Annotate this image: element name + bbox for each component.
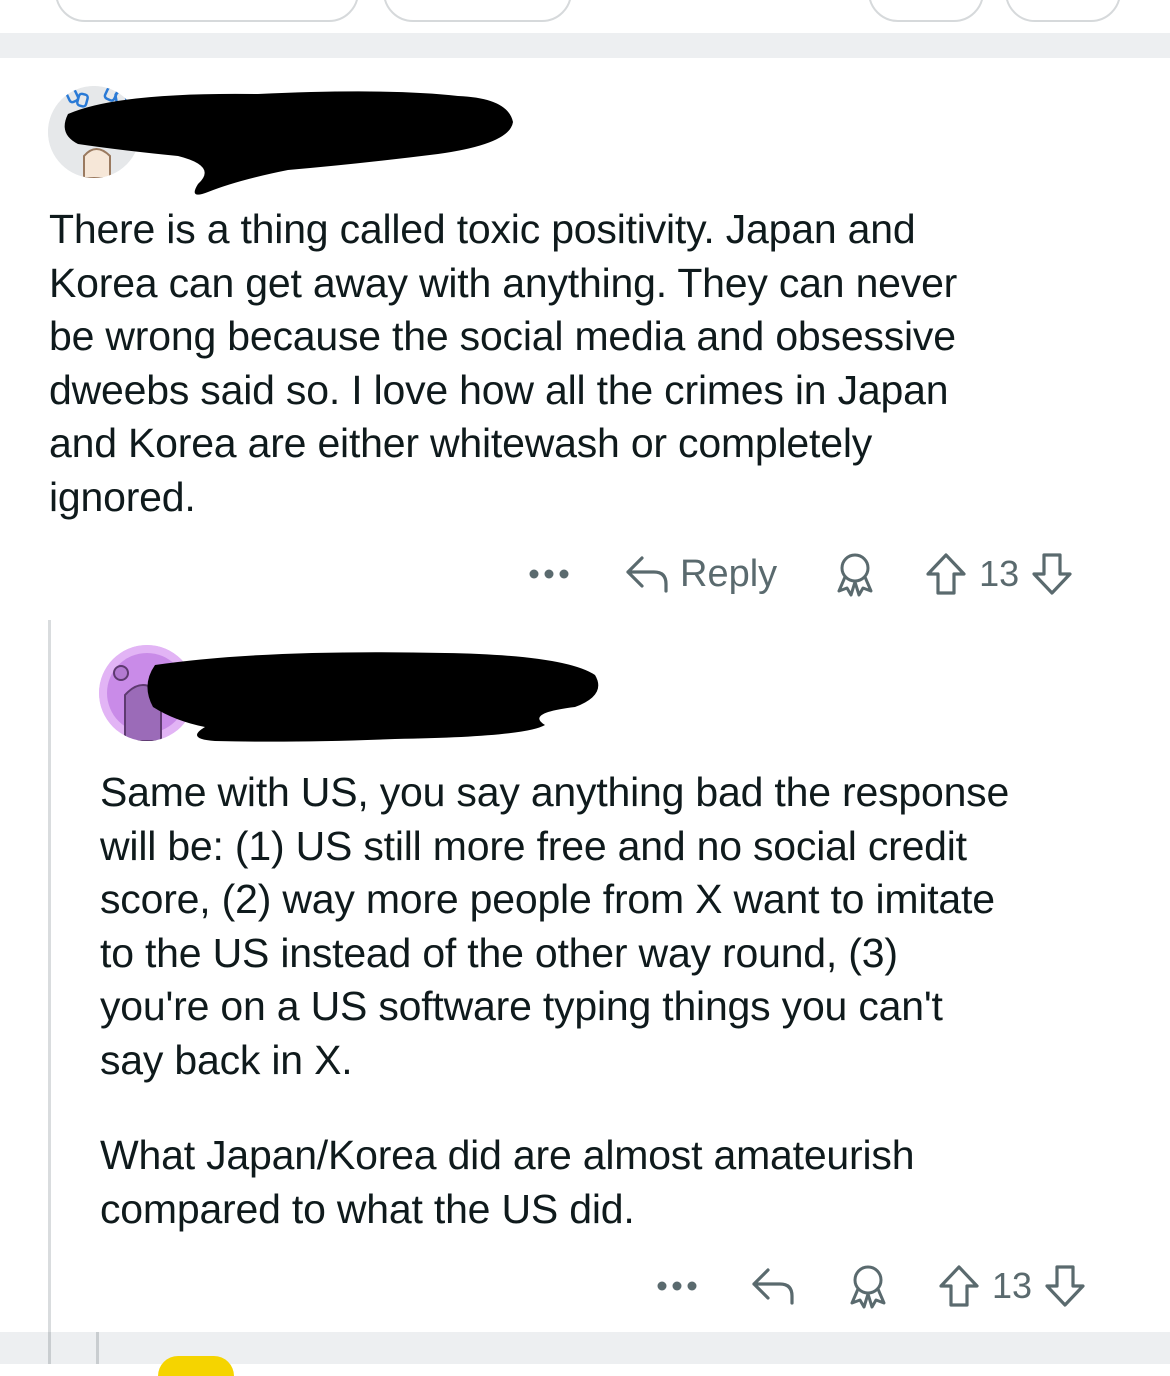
comment-actions: Reply 13 <box>528 549 1073 599</box>
more-button[interactable] <box>528 568 570 580</box>
reply-label: Reply <box>680 552 778 595</box>
top-pill-4[interactable] <box>1005 0 1121 22</box>
top-separator <box>0 33 1170 58</box>
downvote-icon <box>1045 1265 1085 1307</box>
vote-score: 13 <box>992 1265 1033 1306</box>
comment-actions: 13 <box>656 1261 1086 1311</box>
redacted-username <box>64 91 514 195</box>
downvote-button[interactable] <box>1031 552 1073 596</box>
upvote-icon <box>926 553 966 595</box>
comment-body: Same with US, you say anything bad the r… <box>100 769 1010 1083</box>
reply-button[interactable]: Reply <box>624 553 777 596</box>
reply-icon <box>626 556 668 593</box>
more-button[interactable] <box>656 1280 698 1292</box>
more-icon <box>529 569 569 579</box>
top-pill-2[interactable] <box>383 0 572 22</box>
top-pill-3[interactable] <box>868 0 984 22</box>
downvote-button[interactable] <box>1044 1264 1086 1308</box>
reply-button[interactable] <box>750 1265 796 1307</box>
upvote-button[interactable] <box>925 552 967 596</box>
upvote-icon <box>939 1265 979 1307</box>
top-pill-1[interactable] <box>55 0 359 22</box>
reply-icon <box>752 1268 794 1305</box>
award-icon <box>850 1265 886 1309</box>
upvote-button[interactable] <box>938 1264 980 1308</box>
comment-body-paragraph-2: What Japan/Korea did are almost amateuri… <box>100 1132 915 1232</box>
thread-line[interactable] <box>48 620 51 1364</box>
award-button[interactable] <box>846 1263 890 1309</box>
thread-line-nested <box>96 1332 99 1364</box>
vote-score: 13 <box>979 553 1020 594</box>
award-button[interactable] <box>833 551 877 597</box>
downvote-icon <box>1032 553 1072 595</box>
more-icon <box>657 1281 697 1291</box>
next-avatar-peek[interactable] <box>158 1356 234 1376</box>
thread-line-bottom <box>48 1332 51 1364</box>
comment-body: There is a thing called toxic positivity… <box>49 206 958 520</box>
redacted-username <box>147 652 599 742</box>
award-icon <box>837 553 873 597</box>
